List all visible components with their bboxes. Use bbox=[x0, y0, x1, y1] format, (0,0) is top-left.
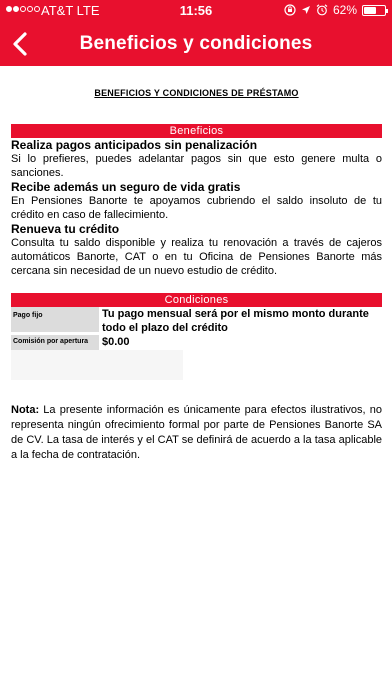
orientation-lock-icon bbox=[284, 4, 296, 16]
benefit-text: En Pensiones Banorte te apoyamos cubrien… bbox=[11, 195, 382, 221]
benefit-item: Recibe además un seguro de vida gratis E… bbox=[11, 180, 382, 222]
condition-row: Comisión por apertura $0.00 bbox=[11, 335, 382, 350]
condition-value: $0.00 bbox=[102, 336, 130, 348]
document-body: BENEFICIOS Y CONDICIONES DE PRÉSTAMO Ben… bbox=[11, 66, 382, 463]
benefit-item: Renueva tu crédito Consulta tu saldo dis… bbox=[11, 222, 382, 278]
battery-icon bbox=[362, 4, 388, 16]
benefit-heading: Renueva tu crédito bbox=[11, 222, 120, 236]
benefit-heading: Recibe además un seguro de vida gratis bbox=[11, 180, 241, 194]
benefit-heading: Realiza pagos anticipados sin penalizaci… bbox=[11, 138, 258, 152]
condition-value: Tu pago mensual será por el mismo monto … bbox=[102, 308, 369, 334]
condition-row: Pago fijo Tu pago mensual será por el mi… bbox=[11, 307, 382, 335]
page-title: Beneficios y condiciones bbox=[79, 33, 313, 54]
condiciones-header: Condiciones bbox=[11, 293, 382, 307]
benefit-text: Si lo prefieres, puedes adelantar pagos … bbox=[11, 153, 382, 179]
location-arrow-icon bbox=[301, 6, 310, 14]
benefit-item: Realiza pagos anticipados sin penalizaci… bbox=[11, 138, 382, 180]
beneficios-header: Beneficios bbox=[11, 124, 382, 138]
condition-label: Pago fijo bbox=[11, 307, 99, 332]
empty-table-area bbox=[11, 350, 183, 380]
document-title: BENEFICIOS Y CONDICIONES DE PRÉSTAMO bbox=[94, 88, 299, 98]
status-bar: AT&T LTE 11:56 62% bbox=[0, 0, 392, 22]
status-icons: 62% bbox=[284, 3, 388, 17]
condition-label: Comisión por apertura bbox=[11, 335, 99, 350]
disclaimer-note: Nota: La presente información es únicame… bbox=[11, 403, 382, 463]
note-text: La presente información es únicamente pa… bbox=[11, 404, 382, 461]
benefit-text: Consulta tu saldo disponible y realiza t… bbox=[11, 237, 382, 277]
navigation-bar: Beneficios y condiciones bbox=[0, 22, 392, 66]
battery-percent: 62% bbox=[332, 3, 357, 17]
top-bar: AT&T LTE 11:56 62% Beneficios y condicio bbox=[0, 0, 392, 66]
note-label: Nota: bbox=[11, 404, 40, 416]
battery-fill bbox=[364, 6, 377, 14]
alarm-clock-icon bbox=[316, 4, 328, 16]
